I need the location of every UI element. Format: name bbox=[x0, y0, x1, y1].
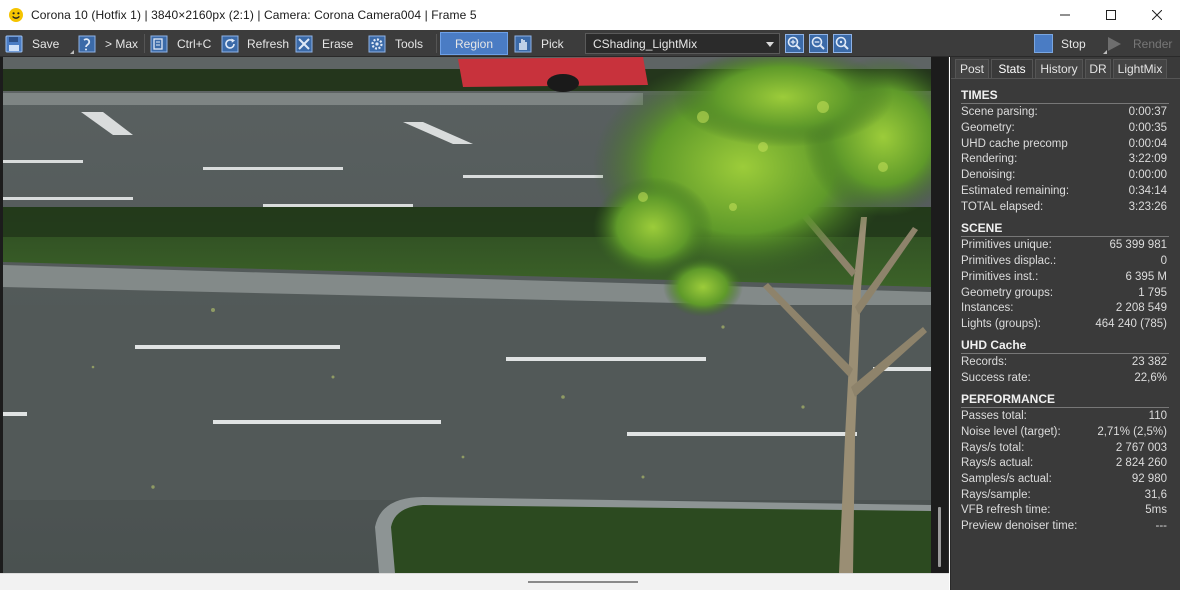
close-button[interactable] bbox=[1134, 0, 1180, 30]
zoom-fit-icon bbox=[833, 34, 852, 53]
copy-label: Ctrl+C bbox=[177, 36, 212, 51]
region-label: Region bbox=[454, 36, 494, 51]
stat-row: Samples/s actual: 92 980 bbox=[961, 473, 1167, 485]
save-button[interactable]: Save bbox=[3, 32, 74, 55]
pick-button[interactable]: Pick bbox=[512, 32, 578, 55]
zoom-fit-button[interactable] bbox=[832, 33, 853, 54]
render-image bbox=[3, 57, 931, 573]
stat-row: Primitives inst.: 6 395 M bbox=[961, 271, 1167, 283]
stat-row: Passes total: 110 bbox=[961, 410, 1167, 422]
tab-stats[interactable]: Stats bbox=[991, 59, 1033, 79]
render-pass-select[interactable]: CShading_LightMix bbox=[585, 33, 780, 54]
stat-row: Primitives unique: 65 399 981 bbox=[961, 239, 1167, 251]
section-title-times: TIMES bbox=[961, 88, 998, 102]
minimize-icon bbox=[1060, 14, 1070, 16]
hand-pick-icon bbox=[512, 33, 533, 54]
section-title-performance: PERFORMANCE bbox=[961, 392, 1056, 406]
stop-button[interactable]: Stop bbox=[1032, 32, 1107, 55]
tab-post[interactable]: Post bbox=[955, 59, 989, 79]
stat-row: Noise level (target): 2,71% (2,5%) bbox=[961, 426, 1167, 438]
render-button[interactable]: Render bbox=[1105, 32, 1177, 55]
erase-button[interactable]: Erase bbox=[293, 32, 357, 55]
stat-row: Geometry: 0:00:35 bbox=[961, 122, 1167, 134]
section-title-scene: SCENE bbox=[961, 221, 1003, 235]
erase-icon bbox=[293, 33, 314, 54]
window-title: Corona 10 (Hotfix 1) | 3840×2160px (2:1)… bbox=[31, 8, 477, 22]
horizontal-scrollbar[interactable] bbox=[528, 581, 638, 583]
refresh-label: Refresh bbox=[247, 36, 290, 51]
refresh-icon bbox=[221, 33, 239, 54]
stat-row: Primitives displac.: 0 bbox=[961, 255, 1167, 267]
stop-icon bbox=[1034, 34, 1053, 53]
tab-history[interactable]: History bbox=[1035, 59, 1083, 79]
toolbar: Save > Max Ctrl+C Refresh Erase Tools Re… bbox=[0, 30, 1180, 57]
stat-row: Rendering: 3:22:09 bbox=[961, 153, 1167, 165]
stat-row: Lights (groups): 464 240 (785) bbox=[961, 318, 1167, 330]
zoom-out-button[interactable] bbox=[808, 33, 829, 54]
gear-icon bbox=[366, 33, 387, 54]
copy-icon bbox=[148, 33, 169, 54]
stat-row: Records: 23 382 bbox=[961, 356, 1167, 368]
erase-label: Erase bbox=[322, 36, 354, 51]
pick-label: Pick bbox=[541, 36, 564, 51]
vertical-scrollbar[interactable] bbox=[938, 507, 941, 567]
stop-label: Stop bbox=[1061, 36, 1086, 51]
close-icon bbox=[1152, 10, 1162, 20]
tools-button[interactable]: Tools bbox=[366, 32, 432, 55]
corona-sun-icon bbox=[9, 8, 23, 22]
render-viewport[interactable] bbox=[0, 57, 949, 590]
save-label: Save bbox=[32, 36, 60, 51]
maximize-icon bbox=[1106, 10, 1116, 20]
stat-row: Denoising: 0:00:00 bbox=[961, 169, 1167, 181]
play-icon bbox=[1108, 36, 1121, 51]
stats-panel: Post Stats History DR LightMix TIMES Sce… bbox=[950, 57, 1180, 590]
refresh-button[interactable]: Refresh bbox=[221, 32, 289, 55]
zoom-out-icon bbox=[809, 34, 828, 53]
max-button[interactable]: > Max bbox=[76, 32, 140, 55]
stat-row: UHD cache precomp 0:00:04 bbox=[961, 138, 1167, 150]
stat-row: VFB refresh time: 5ms bbox=[961, 504, 1167, 516]
title-bar: Corona 10 (Hotfix 1) | 3840×2160px (2:1)… bbox=[0, 0, 1180, 30]
save-icon bbox=[3, 33, 24, 54]
render-pass-value: CShading_LightMix bbox=[593, 36, 698, 51]
tab-dr[interactable]: DR bbox=[1085, 59, 1111, 79]
stat-row: Geometry groups: 1 795 bbox=[961, 287, 1167, 299]
copy-button[interactable]: Ctrl+C bbox=[148, 32, 216, 55]
stat-row: Rays/s total: 2 767 003 bbox=[961, 442, 1167, 454]
max-label: > Max bbox=[105, 36, 139, 51]
hand-max-icon bbox=[76, 33, 97, 54]
render-label: Render bbox=[1133, 36, 1173, 51]
region-button[interactable]: Region bbox=[440, 32, 508, 55]
stat-row: Scene parsing: 0:00:37 bbox=[961, 106, 1167, 118]
stat-row: Instances: 2 208 549 bbox=[961, 302, 1167, 314]
viewport-bottom-strip bbox=[0, 573, 949, 590]
maximize-button[interactable] bbox=[1088, 0, 1134, 30]
tab-lightmix[interactable]: LightMix bbox=[1113, 59, 1167, 79]
zoom-in-button[interactable] bbox=[784, 33, 805, 54]
stat-row: Rays/s actual: 2 824 260 bbox=[961, 457, 1167, 469]
stat-row: TOTAL elapsed: 3:23:26 bbox=[961, 201, 1167, 213]
stat-row: Success rate: 22,6% bbox=[961, 372, 1167, 384]
stat-row: Preview denoiser time: --- bbox=[961, 520, 1167, 532]
tools-label: Tools bbox=[395, 36, 424, 51]
panel-tabs: Post Stats History DR LightMix bbox=[955, 59, 1169, 79]
section-title-uhd-cache: UHD Cache bbox=[961, 338, 1027, 352]
minimize-button[interactable] bbox=[1042, 0, 1088, 30]
stat-row: Rays/sample: 31,6 bbox=[961, 489, 1167, 501]
zoom-in-icon bbox=[785, 34, 804, 53]
stat-row: Estimated remaining: 0:34:14 bbox=[961, 185, 1167, 197]
chevron-down-icon bbox=[766, 42, 774, 47]
